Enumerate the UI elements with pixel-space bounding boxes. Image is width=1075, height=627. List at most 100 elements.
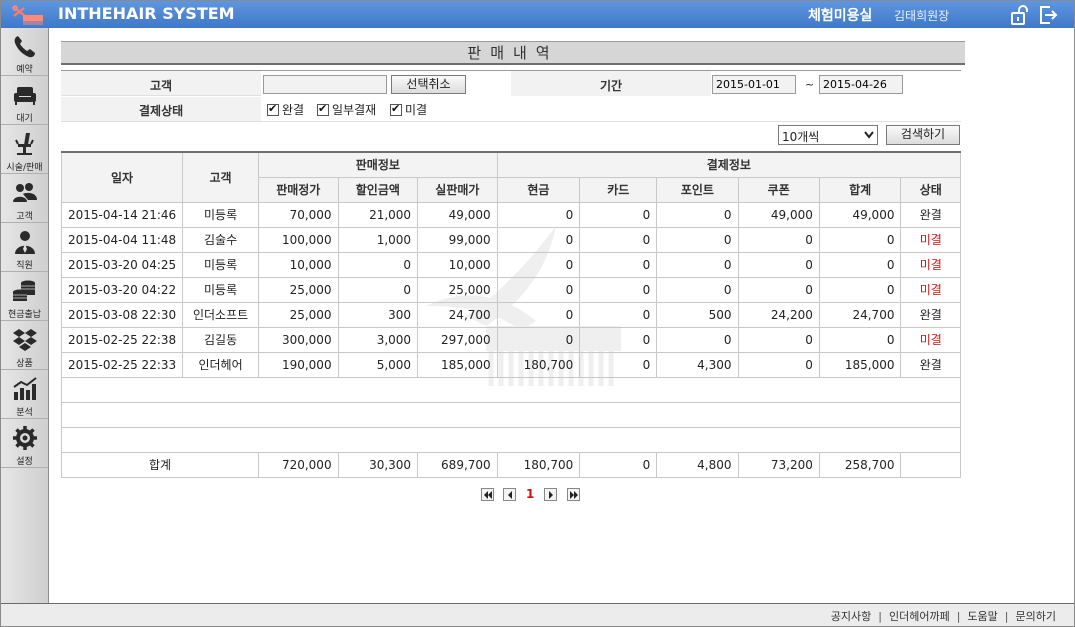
table-row[interactable]: 2015-03-20 04:25 미등록 10,000 0 10,000 0 0 0 0 0 미결 [60, 251, 961, 278]
total-status [900, 451, 961, 478]
sidebar-item-customers[interactable]: 고객 [1, 175, 48, 223]
cell-status: 미결 [900, 226, 961, 253]
footer-link-cafe[interactable]: 인더헤어까페 [889, 610, 950, 623]
search-button[interactable]: 검색하기 [886, 125, 960, 145]
date-to-input[interactable] [819, 75, 903, 94]
cell-list: 190,000 [257, 351, 339, 378]
customer-input[interactable] [263, 75, 387, 94]
prev-page-button[interactable] [503, 488, 516, 501]
sidebar-item-label: 직원 [16, 261, 33, 271]
top-header: INTHEHAIR SYSTEM 체험미용실 김태희원장 [1, 1, 1074, 28]
gear-icon [13, 426, 37, 450]
status-checkbox-complete[interactable]: 완결 [267, 101, 304, 118]
cell-customer[interactable]: 미등록 [182, 276, 259, 303]
cell-cash: 180,700 [496, 351, 581, 378]
page-title-bar: 판매내역 [61, 41, 965, 65]
footer-link-inquiry[interactable]: 문의하기 [1016, 610, 1056, 623]
sidebar-item-label: 예약 [16, 65, 33, 75]
page-title: 판매내역 [467, 44, 559, 62]
date-from-input[interactable] [712, 75, 796, 94]
cell-point: 0 [656, 276, 739, 303]
checkbox-label: 미결 [405, 103, 428, 117]
sidebar-item-label: 시술/판매 [6, 163, 43, 173]
cell-coupon: 0 [737, 226, 820, 253]
first-page-button[interactable] [481, 488, 494, 501]
sidebar-item-products[interactable]: 상품 [1, 322, 48, 370]
sidebar-nav: 예약 대기 시술/판매 고객 직원 현금출납 상품 분석 설정 [1, 28, 49, 603]
col-header-point[interactable]: 포인트 [656, 176, 739, 203]
cell-customer[interactable]: 인더헤어 [182, 351, 259, 378]
status-checkbox-partial[interactable]: 일부결재 [317, 101, 376, 118]
col-header-card[interactable]: 카드 [579, 176, 658, 203]
last-page-button[interactable] [567, 488, 580, 501]
sidebar-item-analysis[interactable]: 분석 [1, 371, 48, 419]
current-page-number[interactable]: 1 [526, 487, 534, 501]
footer-link-help[interactable]: 도움말 [967, 610, 997, 623]
filter-divider [61, 121, 961, 122]
col-header-coupon[interactable]: 쿠폰 [737, 176, 820, 203]
sidebar-item-cash[interactable]: 현금출납 [1, 273, 48, 321]
total-list: 720,000 [257, 451, 339, 478]
cell-date: 2015-02-25 22:33 [60, 351, 184, 378]
phone-icon [14, 36, 35, 58]
cell-actual: 297,000 [417, 326, 498, 353]
sidebar-item-service-sales[interactable]: 시술/판매 [1, 126, 48, 174]
sidebar-item-reservation[interactable]: 예약 [1, 28, 48, 76]
clear-selection-button[interactable]: 선택취소 [391, 75, 466, 94]
sidebar-item-staff[interactable]: 직원 [1, 224, 48, 272]
col-header-cash[interactable]: 현금 [496, 176, 581, 203]
footer-bar: 공지사항 | 인더헤어까페 | 도움말 | 문의하기 [1, 603, 1074, 626]
cell-date: 2015-04-14 21:46 [60, 201, 184, 228]
sidebar-item-label: 고객 [16, 212, 33, 222]
table-row[interactable]: 2015-03-20 04:22 미등록 25,000 0 25,000 0 0 0 0 0 미결 [60, 276, 961, 303]
cell-discount: 21,000 [337, 201, 419, 228]
cell-cash: 0 [496, 226, 581, 253]
cell-card: 0 [579, 326, 658, 353]
unlock-icon[interactable] [1011, 5, 1029, 25]
cell-discount: 1,000 [337, 226, 419, 253]
total-actual: 689,700 [417, 451, 498, 478]
cell-customer[interactable]: 미등록 [182, 201, 259, 228]
cell-actual: 25,000 [417, 276, 498, 303]
cell-discount: 0 [337, 276, 419, 303]
cell-customer[interactable]: 김길동 [182, 326, 259, 353]
logout-icon[interactable] [1039, 5, 1059, 25]
col-header-actual-price[interactable]: 실판매가 [417, 176, 498, 203]
cell-customer[interactable]: 인더소프트 [182, 301, 259, 328]
cell-point: 4,300 [656, 351, 739, 378]
table-row[interactable]: 2015-02-25 22:38 김길동 300,000 3,000 297,000 0 0… [60, 326, 961, 353]
salon-name: 체험미용실 [808, 8, 873, 24]
total-discount: 30,300 [337, 451, 419, 478]
table-row-empty [61, 376, 961, 403]
col-group-sales-info: 판매정보 [257, 151, 498, 178]
cell-customer[interactable]: 미등록 [182, 251, 259, 278]
col-header-date[interactable]: 일자 [60, 151, 184, 203]
page-size-select[interactable]: 10개씩 [778, 125, 878, 145]
table-body: 2015-04-14 21:46 미등록 70,000 21,000 49,000 0 0 0… [60, 201, 961, 478]
sidebar-item-label: 분석 [16, 408, 33, 418]
cell-date: 2015-03-08 22:30 [60, 301, 184, 328]
table-row[interactable]: 2015-04-04 11:48 김술수 100,000 1,000 99,000 0 0 0… [60, 226, 961, 253]
status-checkbox-unpaid[interactable]: 미결 [390, 101, 427, 118]
cell-customer[interactable]: 김술수 [182, 226, 259, 253]
customer-label: 고객 [150, 79, 173, 93]
cell-card: 0 [579, 201, 658, 228]
double-chevron-right-icon [570, 491, 578, 499]
table-group-header-row: 일자 고객 판매정보 결제정보 [60, 151, 962, 203]
next-page-button[interactable] [544, 488, 557, 501]
payment-status-label: 결제상태 [139, 104, 184, 118]
sidebar-item-waiting[interactable]: 대기 [1, 77, 48, 125]
col-header-status[interactable]: 상태 [900, 176, 961, 203]
table-row[interactable]: 2015-04-14 21:46 미등록 70,000 21,000 49,000 0 0 0… [60, 201, 961, 228]
table-row[interactable]: 2015-02-25 22:33 인더헤어 190,000 5,000 185,000 1… [60, 351, 961, 378]
col-header-total[interactable]: 합계 [818, 176, 902, 203]
footer-link-notice[interactable]: 공지사항 [831, 610, 871, 623]
cell-actual: 49,000 [417, 201, 498, 228]
sofa-icon [14, 87, 36, 105]
sidebar-item-settings[interactable]: 설정 [1, 420, 48, 468]
filter-panel: 고객 선택취소 기간 ~ 결제상태 [61, 70, 961, 122]
col-header-list-price[interactable]: 판매정가 [257, 176, 339, 203]
table-row[interactable]: 2015-03-08 22:30 인더소프트 25,000 300 24,700 0 0 50… [60, 301, 961, 328]
col-header-customer[interactable]: 고객 [182, 151, 259, 203]
col-header-discount[interactable]: 할인금액 [337, 176, 419, 203]
